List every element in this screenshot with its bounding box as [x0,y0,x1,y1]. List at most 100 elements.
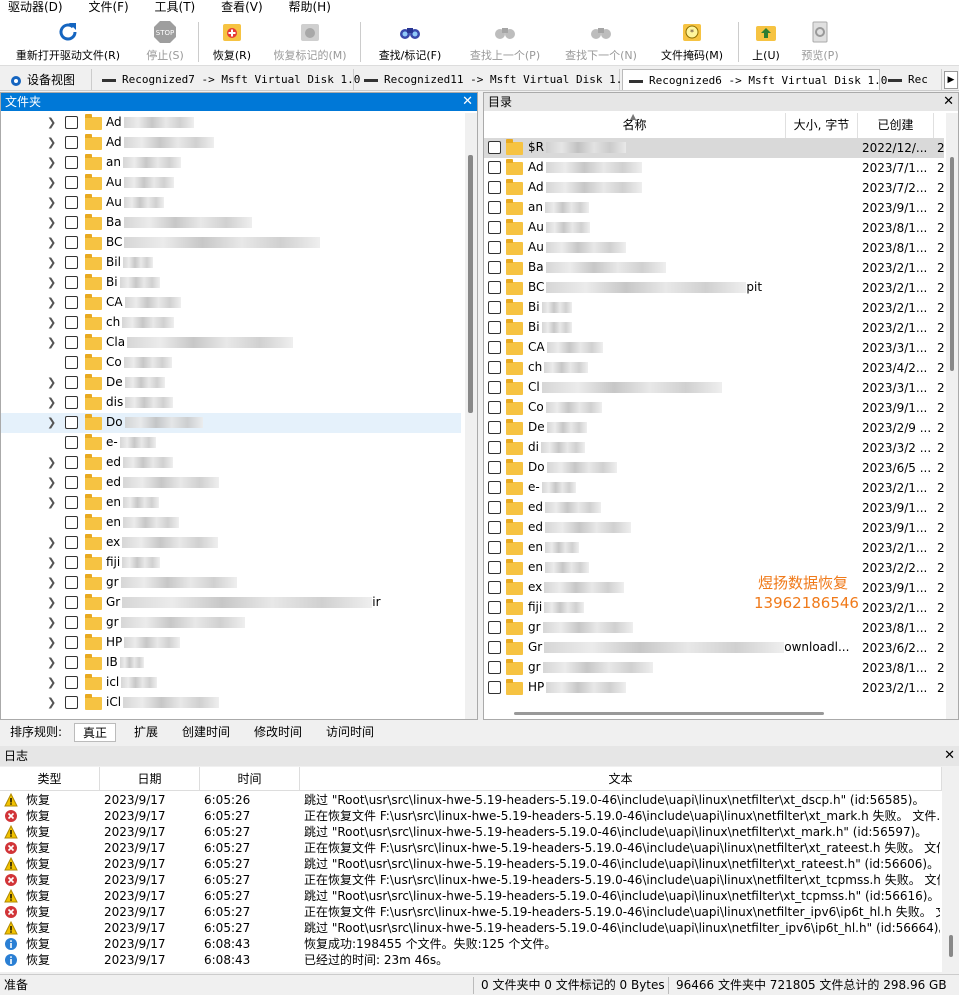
row-checkbox[interactable] [488,341,501,354]
directory-row[interactable]: fiji 2023/2/1... 2 [484,598,945,618]
folder-tree-item[interactable]: ❯ gr [1,573,461,593]
chevron-right-icon[interactable]: ❯ [47,296,56,309]
folder-checkbox[interactable] [65,256,78,269]
chevron-right-icon[interactable]: ❯ [47,256,56,269]
directory-row[interactable]: Gr ownloadl... 2023/6/2... 2 [484,638,945,658]
chevron-right-icon[interactable]: ❯ [47,556,56,569]
folder-tree-item[interactable]: ❯ De [1,373,461,393]
folder-tree-item[interactable]: ❯ Ad [1,133,461,153]
log-scrollbar[interactable] [943,767,959,972]
directory-row[interactable]: $R 2022/12/... 2 [484,138,945,158]
column-size[interactable]: 大小, 字节 [786,113,858,138]
chevron-right-icon[interactable]: ❯ [47,576,56,589]
menu-tools[interactable]: 工具(T) [155,1,196,13]
directory-row[interactable]: an 2023/9/1... 2 [484,198,945,218]
folder-tree-scroll-thumb[interactable] [468,155,473,413]
directory-row[interactable]: gr 2023/8/1... 2 [484,618,945,638]
folder-tree-item[interactable]: ❯ icl [1,673,461,693]
chevron-right-icon[interactable]: ❯ [47,696,56,709]
directory-row[interactable]: BC pit 2023/2/1... 2 [484,278,945,298]
row-checkbox[interactable] [488,361,501,374]
row-checkbox[interactable] [488,681,501,694]
chevron-right-icon[interactable]: ❯ [47,636,56,649]
folder-tree-scrollbar[interactable] [465,113,477,719]
row-checkbox[interactable] [488,561,501,574]
log-row[interactable]: 恢复 2023/9/17 6:05:27 跳过 "Root\usr\src\linux… [0,888,942,904]
folder-tree-item[interactable]: ❯ dis [1,393,461,413]
chevron-right-icon[interactable]: ❯ [47,376,56,389]
tab-scroll-right-button[interactable]: ▶ [944,71,958,89]
row-checkbox[interactable] [488,381,501,394]
find-previous-button[interactable]: 查找上一个(P) [462,20,548,64]
folder-tree-item[interactable]: ❯ CA [1,293,461,313]
directory-row[interactable]: Ad 2023/7/2... 2 [484,178,945,198]
folder-checkbox[interactable] [65,576,78,589]
row-checkbox[interactable] [488,481,501,494]
column-created[interactable]: 已创建 [858,113,934,138]
folder-checkbox[interactable] [65,696,78,709]
folder-checkbox[interactable] [65,536,78,549]
chevron-right-icon[interactable]: ❯ [47,156,56,169]
tab-device-view[interactable]: 设备视图 [4,69,92,90]
folder-checkbox[interactable] [65,496,78,509]
row-checkbox[interactable] [488,161,501,174]
directory-row[interactable]: en 2023/2/1... 2 [484,538,945,558]
reopen-drive-button[interactable]: 重新打开驱动文件(R) [8,20,128,64]
folders-pane-close-icon[interactable]: ✕ [462,93,473,111]
directory-row[interactable]: Au 2023/8/1... 2 [484,218,945,238]
find-next-button[interactable]: 查找下一个(N) [558,20,644,64]
folder-checkbox[interactable] [65,176,78,189]
log-row[interactable]: 恢复 2023/9/17 6:05:27 跳过 "Root\usr\src\linux… [0,824,942,840]
log-row[interactable]: 恢复 2023/9/17 6:05:27 正在恢复文件 F:\usr\src\linu… [0,808,942,824]
folder-checkbox[interactable] [65,196,78,209]
menu-file[interactable]: 文件(F) [88,1,128,13]
row-checkbox[interactable] [488,441,501,454]
folder-checkbox[interactable] [65,436,78,449]
log-pane-close-icon[interactable]: ✕ [944,746,955,766]
row-checkbox[interactable] [488,641,501,654]
directory-row[interactable]: CA 2023/3/1... 2 [484,338,945,358]
folder-checkbox[interactable] [65,596,78,609]
chevron-right-icon[interactable]: ❯ [47,596,56,609]
folder-checkbox[interactable] [65,136,78,149]
chevron-right-icon[interactable]: ❯ [47,336,56,349]
folder-checkbox[interactable] [65,156,78,169]
folder-tree-item[interactable]: ❯ fiji [1,553,461,573]
folder-tree-item[interactable]: ❯ BC [1,233,461,253]
chevron-right-icon[interactable]: ❯ [47,476,56,489]
row-checkbox[interactable] [488,261,501,274]
directory-pane-close-icon[interactable]: ✕ [943,93,954,111]
row-checkbox[interactable] [488,601,501,614]
folder-tree-item[interactable]: Co [1,353,461,373]
log-row[interactable]: 恢复 2023/9/17 6:05:27 正在恢复文件 F:\usr\src\linu… [0,872,942,888]
folder-tree-item[interactable]: ❯ Ad [1,113,461,133]
folder-tree-item[interactable]: ❯ Gr ir [1,593,461,613]
folder-checkbox[interactable] [65,456,78,469]
log-row[interactable]: 恢复 2023/9/17 6:05:27 跳过 "Root\usr\src\linux… [0,920,942,936]
folder-checkbox[interactable] [65,676,78,689]
chevron-right-icon[interactable]: ❯ [47,616,56,629]
folder-tree-item[interactable]: ❯ Do [1,413,461,433]
directory-row[interactable]: Do 2023/6/5 ... 2 [484,458,945,478]
log-row[interactable]: 恢复 2023/9/17 6:08:43 恢复成功:198455 个文件。失败:125… [0,936,942,952]
folder-tree-item[interactable]: ❯ Au [1,173,461,193]
row-checkbox[interactable] [488,461,501,474]
chevron-right-icon[interactable]: ❯ [47,656,56,669]
row-checkbox[interactable] [488,541,501,554]
row-checkbox[interactable] [488,141,501,154]
chevron-right-icon[interactable]: ❯ [47,496,56,509]
chevron-right-icon[interactable]: ❯ [47,416,56,429]
sort-option-accessed[interactable]: 访问时间 [326,723,374,740]
log-column-text[interactable]: 文本 [300,767,942,791]
tab-rec-truncated[interactable]: Rec [882,69,942,90]
folder-checkbox[interactable] [65,636,78,649]
folder-tree-item[interactable]: ❯ ch [1,313,461,333]
log-column-type[interactable]: 类型 [0,767,100,791]
directory-row[interactable]: Co 2023/9/1... 2 [484,398,945,418]
directory-scrollbar[interactable] [946,113,958,719]
directory-row[interactable]: ch 2023/4/2... 2 [484,358,945,378]
directory-row[interactable]: Cl 2023/3/1... 2 [484,378,945,398]
folder-tree-item[interactable]: ❯ ex [1,533,461,553]
recover-button[interactable]: 恢复(R) [206,20,258,64]
log-column-time[interactable]: 时间 [200,767,300,791]
